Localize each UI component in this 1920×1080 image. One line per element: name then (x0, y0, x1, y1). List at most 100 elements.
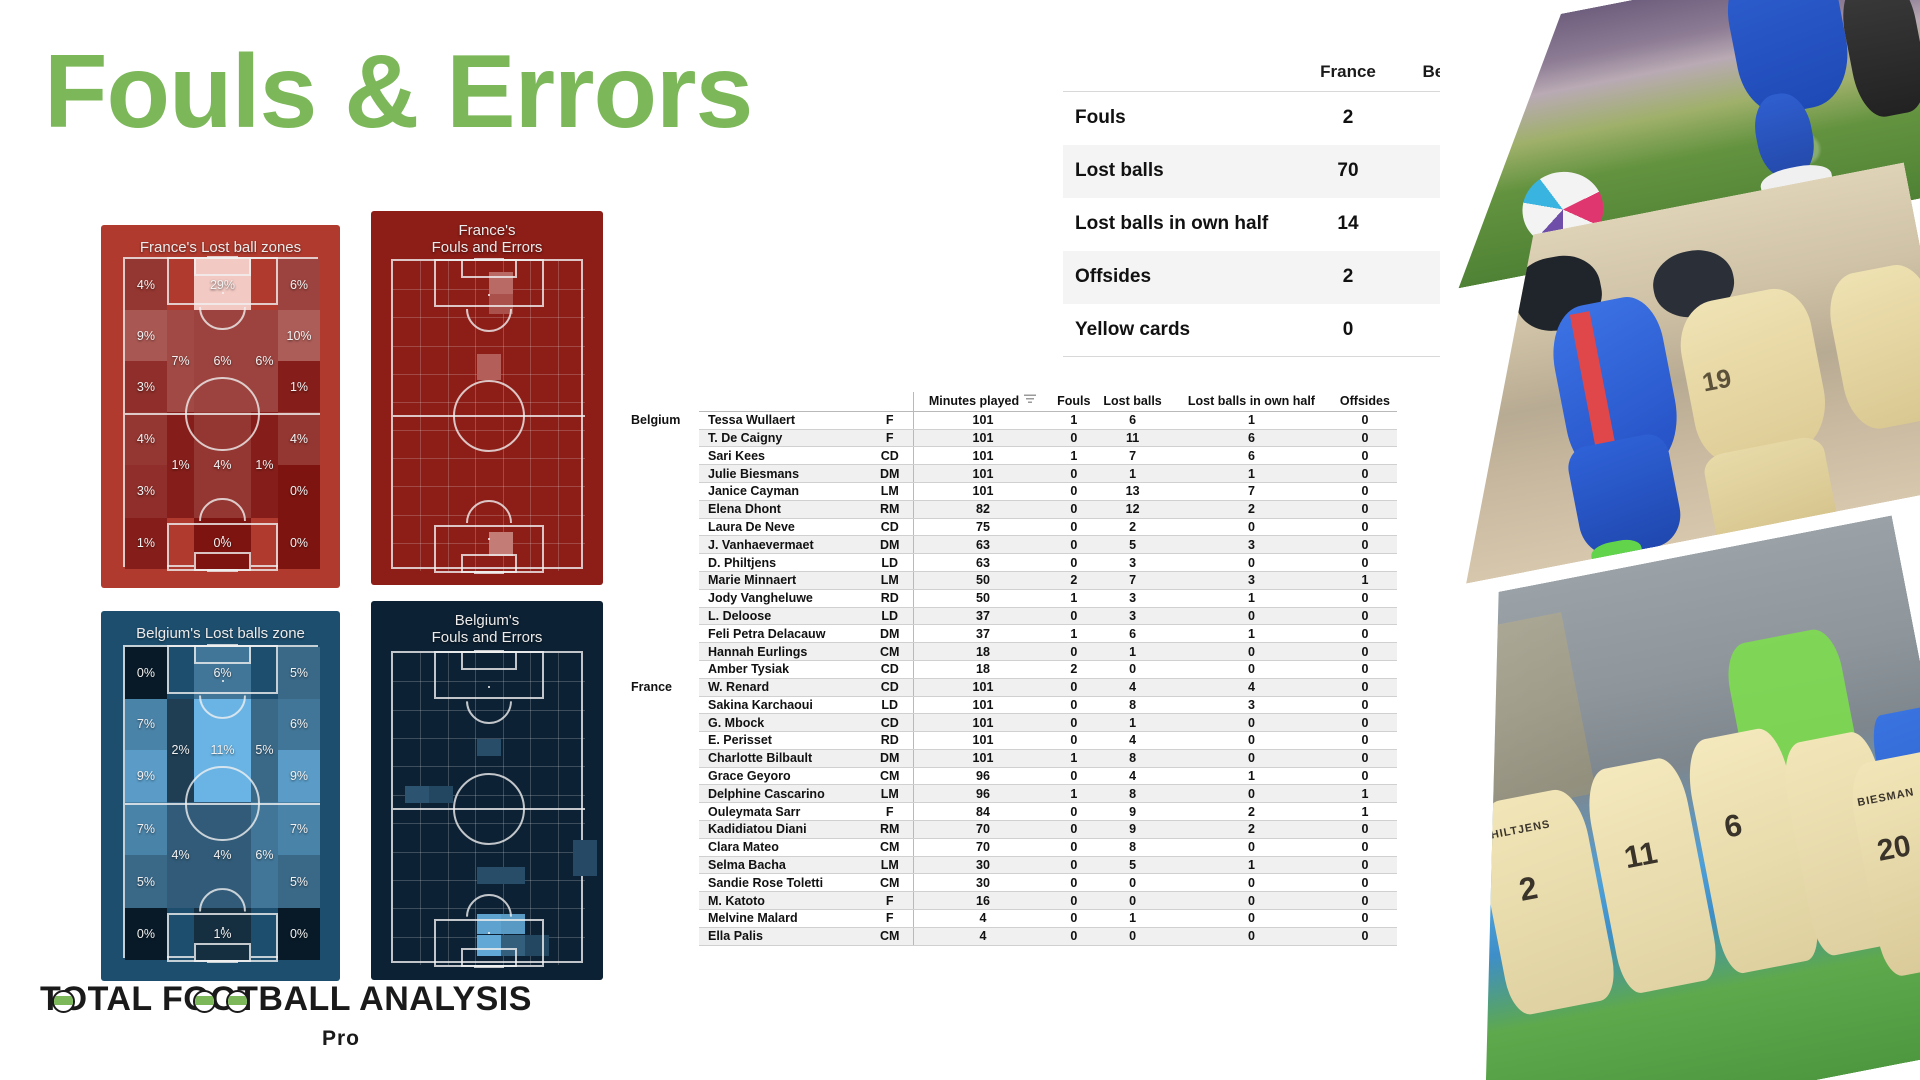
player-minutes: 101 (912, 482, 1053, 501)
pitch-zone: 3% (125, 361, 167, 413)
player-header-lost-own-half[interactable]: Lost balls in own half (1170, 392, 1333, 411)
player-team (627, 624, 699, 643)
player-lost-balls-own-half: 0 (1169, 553, 1333, 572)
player-name: Elena Dhont (699, 500, 867, 519)
player-header-team (627, 392, 699, 411)
player-name: Tessa Wullaert (699, 410, 867, 430)
player-lost-balls-own-half: 3 (1169, 535, 1333, 555)
player-name: M. Katoto (699, 891, 867, 911)
player-offsides: 0 (1332, 518, 1397, 537)
player-team (627, 784, 699, 803)
summary-value-france: 70 (1337, 160, 1359, 181)
player-minutes: 30 (912, 856, 1053, 875)
player-team: Belgium (627, 411, 699, 430)
player-lost-balls: 12 (1095, 500, 1170, 519)
player-fouls: 2 (1052, 571, 1096, 590)
player-name: Ella Palis (699, 927, 867, 946)
player-header-lost-balls[interactable]: Lost balls (1095, 392, 1170, 411)
pitch-zone: 6% (278, 698, 320, 751)
pitch-zone: 9% (125, 310, 167, 362)
summary-metric-label: Offsides (1075, 266, 1152, 287)
pitch-diagram (391, 650, 597, 968)
table-row: Marie Minnaert LM 50 2 7 3 1 (627, 571, 1397, 590)
pitch-event-cell (429, 785, 454, 803)
player-minutes: 101 (912, 410, 1053, 430)
player-lost-balls-own-half: 4 (1169, 678, 1333, 697)
logo-sub-wordmark: Pro (321, 1027, 360, 1050)
player-fouls: 2 (1052, 660, 1096, 679)
pitch-event-cell (572, 840, 597, 877)
summary-header-metric (1063, 62, 1294, 92)
player-lost-balls: 8 (1095, 749, 1170, 768)
pitch-zone: 1% (278, 361, 320, 413)
summary-value-france: 2 (1342, 266, 1354, 287)
player-minutes: 50 (912, 571, 1053, 590)
player-fouls: 1 (1052, 589, 1096, 608)
table-row: Elena Dhont RM 82 0 12 2 0 (627, 500, 1397, 519)
pitch-marking (488, 685, 490, 688)
player-header-offsides[interactable]: Offsides (1333, 392, 1397, 411)
player-header-minutes[interactable]: Minutes played (912, 392, 1053, 412)
table-row: Clara Mateo CM 70 0 8 0 0 (627, 838, 1397, 857)
player-fouls: 1 (1052, 784, 1096, 804)
summary-metric-label: Fouls (1075, 107, 1126, 129)
player-fouls: 0 (1052, 891, 1096, 911)
belgium-fouls-errors-panel: Belgium's Fouls and Errors (371, 601, 603, 980)
player-minutes: 63 (912, 553, 1053, 572)
pitch-event-cell (500, 866, 525, 884)
player-position: LM (867, 784, 913, 804)
player-fouls: 0 (1052, 856, 1096, 875)
player-team (627, 856, 699, 874)
pitch-diagram (391, 258, 585, 574)
player-fouls: 0 (1052, 713, 1096, 733)
player-position: CD (867, 678, 913, 697)
player-fouls: 0 (1052, 873, 1096, 893)
player-team (627, 642, 699, 661)
player-lost-balls-own-half: 0 (1169, 873, 1333, 893)
player-offsides: 1 (1332, 784, 1397, 804)
player-fouls: 1 (1052, 624, 1096, 644)
player-offsides: 0 (1332, 624, 1397, 644)
pitch-zone-label: 5% (255, 743, 274, 758)
player-position: DM (867, 624, 913, 644)
player-position: LD (867, 607, 913, 626)
player-position: RD (867, 589, 913, 608)
player-position: CM (867, 642, 913, 661)
photo-belgium-celebration: 2 PHILTJENS 11 6 20 BIESMAN (1440, 515, 1920, 1080)
player-position: DM (867, 749, 913, 768)
pitch-zone-label: 3% (136, 379, 155, 394)
player-name: T. De Caigny (699, 429, 867, 448)
player-team (627, 589, 699, 608)
player-fouls: 0 (1052, 500, 1096, 519)
player-minutes: 82 (912, 500, 1053, 519)
player-position: RM (867, 500, 913, 519)
player-name: Selma Bacha (699, 856, 867, 875)
pitch-gridline (393, 486, 585, 488)
player-minutes: 101 (912, 429, 1053, 448)
photo-collage: 19 2 PHILTJENS 11 6 20 BIESMAN (1440, 0, 1920, 1080)
player-team (627, 802, 699, 821)
player-header-fouls[interactable]: Fouls (1052, 392, 1095, 411)
pitch-zone: 7% (125, 698, 167, 751)
table-row: Sakina Karchaoui LD 101 0 8 3 0 (627, 696, 1397, 715)
player-table-body: Belgium Tessa Wullaert F 101 1 6 1 0 T. De Caign… (627, 410, 1397, 946)
pitch-marking (206, 256, 239, 259)
player-team (627, 500, 699, 519)
player-lost-balls-own-half: 0 (1169, 749, 1333, 768)
player-name: E. Perisset (699, 731, 867, 750)
player-lost-balls: 2 (1095, 518, 1170, 537)
player-header-position (867, 392, 913, 411)
table-row: L. Deloose LD 37 0 3 0 0 (627, 607, 1397, 626)
player-fouls: 1 (1052, 446, 1096, 466)
table-row: E. Perisset RD 101 0 4 0 0 (627, 731, 1397, 750)
sort-descending-icon[interactable] (1024, 392, 1037, 407)
table-row: Feli Petra Delacauw DM 37 1 6 1 0 (627, 624, 1397, 644)
player-offsides: 0 (1332, 820, 1397, 839)
player-stats-table: Minutes played Fouls Lost balls Lost bal… (627, 392, 1397, 946)
pitch-zone-label: 7% (171, 354, 190, 369)
player-position: CD (867, 518, 913, 537)
player-name: Julie Biesmans (699, 464, 867, 483)
player-fouls: 0 (1052, 731, 1096, 750)
player-offsides: 0 (1332, 429, 1397, 448)
pitch-marking (221, 679, 224, 682)
